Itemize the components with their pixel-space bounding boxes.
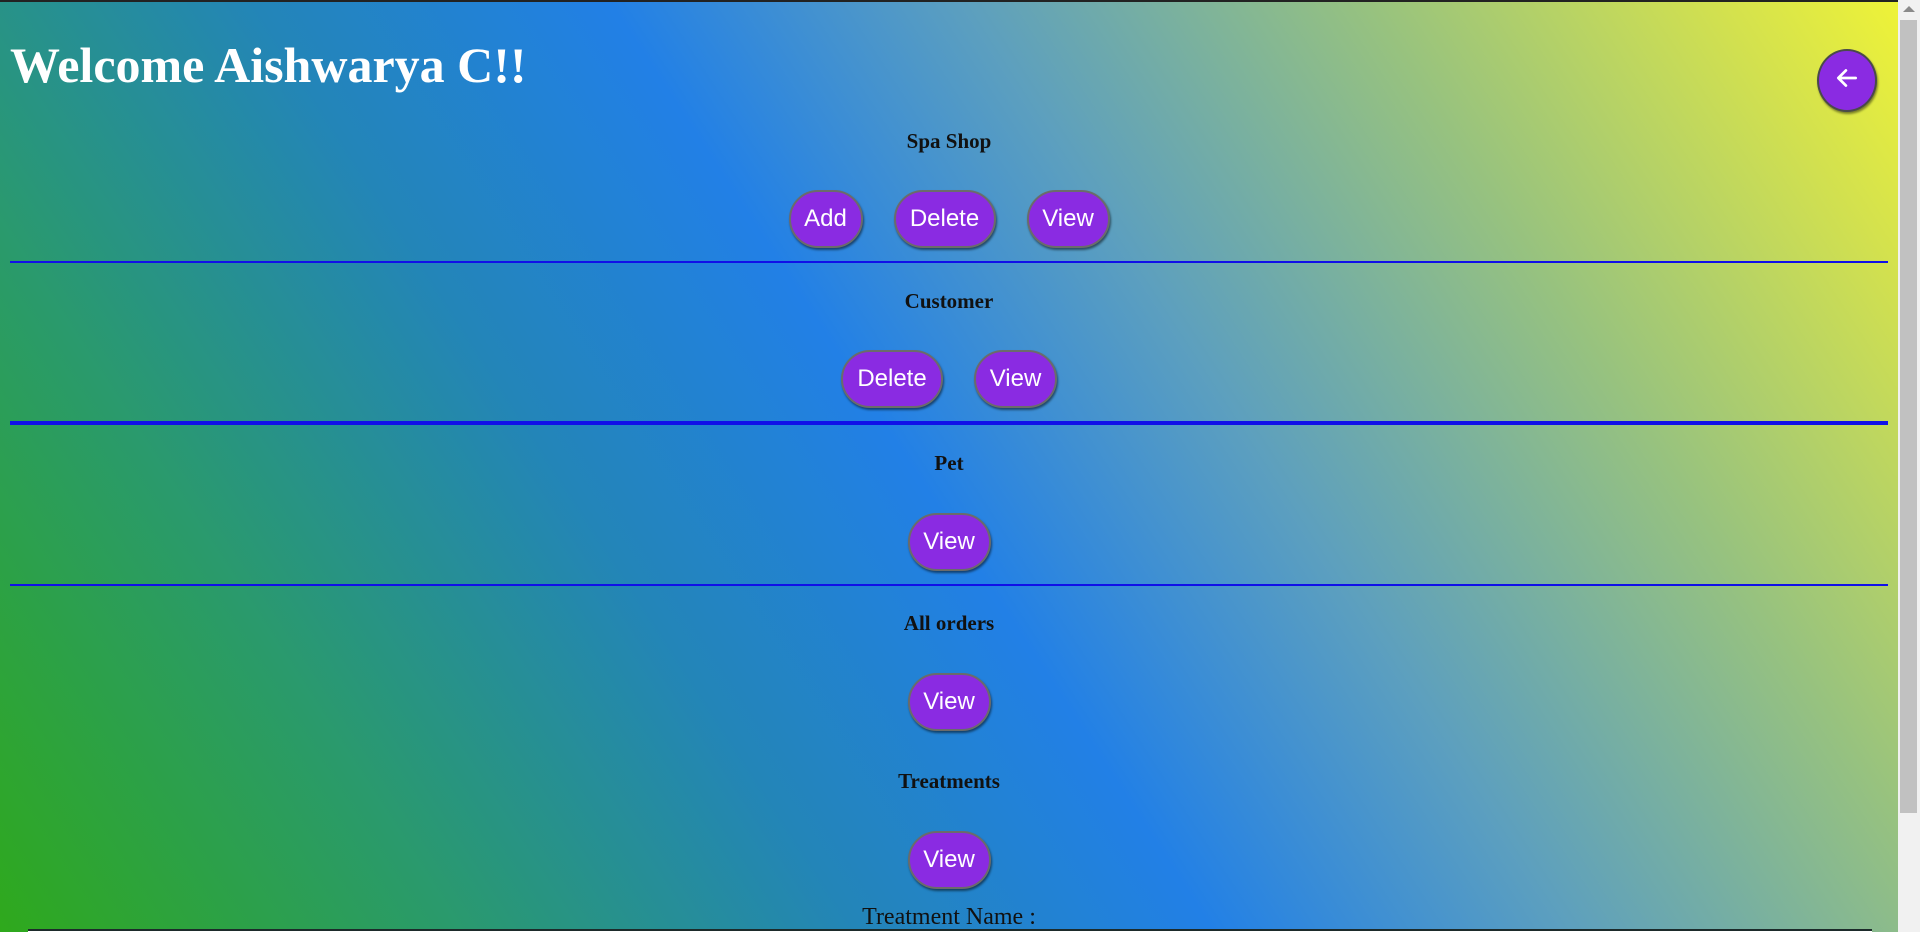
divider	[10, 421, 1888, 425]
top-border	[0, 0, 1898, 2]
treatments-actions: View	[0, 831, 1898, 889]
all-orders-view-button[interactable]: View	[907, 673, 991, 731]
welcome-heading: Welcome Aishwarya C!!	[10, 37, 527, 93]
customer-actions: Delete View	[0, 350, 1898, 408]
spa-shop-view-button[interactable]: View	[1026, 190, 1110, 248]
treatments-view-button[interactable]: View	[907, 831, 991, 889]
spa-shop-delete-button[interactable]: Delete	[893, 190, 996, 248]
back-button[interactable]	[1817, 49, 1877, 112]
divider	[10, 261, 1888, 263]
pet-actions: View	[0, 513, 1898, 571]
scrollbar-thumb[interactable]	[1900, 20, 1917, 813]
spa-shop-add-button[interactable]: Add	[788, 190, 863, 248]
pet-view-button[interactable]: View	[907, 513, 991, 571]
treatment-name-label: Treatment Name :	[862, 904, 1036, 930]
page: Welcome Aishwarya C!! Spa Shop Add Delet…	[0, 0, 1898, 932]
divider	[10, 584, 1888, 586]
arrow-left-icon	[1834, 65, 1860, 96]
all-orders-title: All orders	[903, 611, 995, 635]
all-orders-actions: View	[0, 673, 1898, 731]
spa-shop-title: Spa Shop	[906, 129, 992, 153]
treatments-title: Treatments	[898, 769, 1000, 793]
customer-view-button[interactable]: View	[974, 350, 1057, 408]
pet-title: Pet	[934, 451, 964, 475]
customer-title: Customer	[904, 289, 994, 313]
spa-shop-actions: Add Delete View	[0, 190, 1898, 248]
scroll-up-arrow-icon[interactable]	[1903, 6, 1915, 12]
customer-delete-button[interactable]: Delete	[841, 350, 943, 408]
